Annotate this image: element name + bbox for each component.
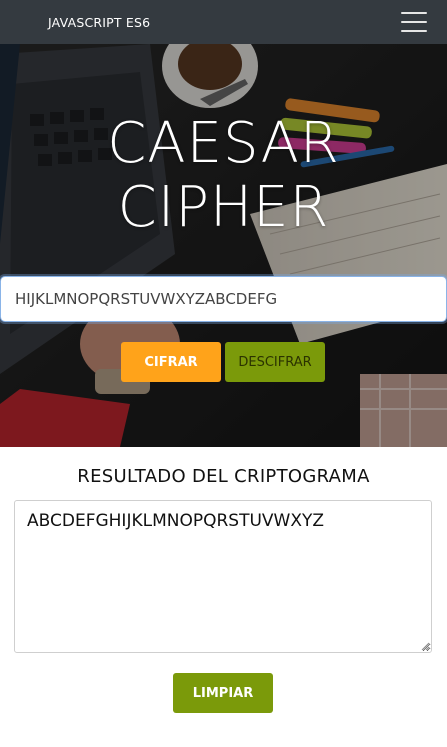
hero-section: CAESAR CIPHER CIFRAR DESCIFRAR: [0, 44, 447, 447]
title-line-1: CAESAR: [107, 111, 340, 176]
result-textarea[interactable]: ABCDEFGHIJKLMNOPQRSTUVWXYZ: [14, 500, 432, 653]
menu-bar: [401, 12, 427, 14]
hamburger-menu-icon[interactable]: [401, 12, 427, 32]
navbar-brand[interactable]: JAVASCRIPT ES6: [48, 15, 150, 30]
navbar: JAVASCRIPT ES6: [0, 0, 447, 44]
menu-bar: [401, 21, 427, 23]
hero-background-image: [0, 44, 447, 447]
page-title: CAESAR CIPHER: [0, 112, 447, 240]
descifrar-button[interactable]: DESCIFRAR: [225, 342, 325, 382]
menu-bar: [401, 30, 427, 32]
title-line-2: CIPHER: [117, 175, 330, 240]
cipher-text-input[interactable]: [0, 276, 447, 322]
result-heading: RESULTADO DEL CRIPTOGRAMA: [77, 466, 370, 487]
limpiar-button[interactable]: LIMPIAR: [173, 673, 273, 713]
cifrar-button[interactable]: CIFRAR: [121, 342, 221, 382]
